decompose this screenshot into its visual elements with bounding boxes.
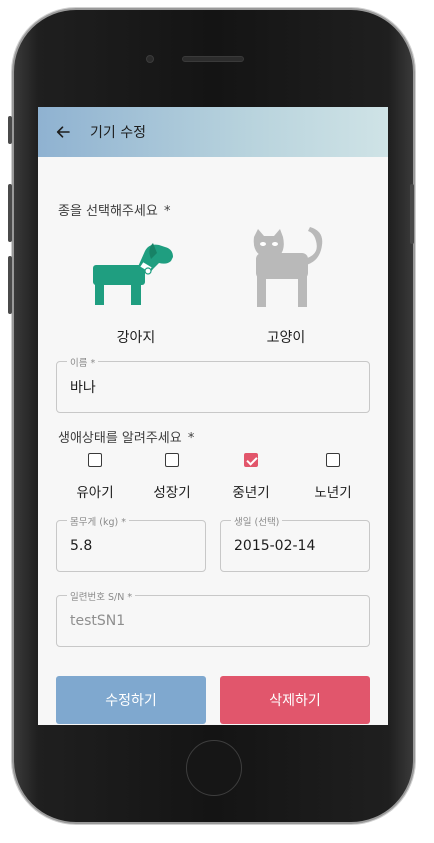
species-option-cat[interactable]: 고양이 xyxy=(236,227,336,347)
species-label-text: 종을 선택해주세요 xyxy=(58,204,158,219)
delete-button[interactable]: 삭제하기 xyxy=(220,676,370,724)
home-button[interactable] xyxy=(186,740,242,796)
species-option-dog[interactable]: 강아지 xyxy=(86,227,186,347)
serial-number-field: 일련번호 S/N * testSN1 xyxy=(56,589,370,647)
required-mark: * xyxy=(187,431,195,446)
life-stage-option-middle[interactable]: 중년기 xyxy=(216,453,286,501)
volume-up-button xyxy=(8,184,12,242)
name-field-value[interactable]: 바나 xyxy=(70,362,96,412)
birthday-field[interactable]: 생일 (선택) 2015-02-14 xyxy=(220,514,370,572)
life-stage-option-infant[interactable]: 유아기 xyxy=(60,453,130,501)
checkbox-label: 유아기 xyxy=(76,485,114,501)
checkbox-label: 노년기 xyxy=(314,485,352,501)
app-bar: 기기 수정 xyxy=(38,107,388,157)
checkbox-label: 성장기 xyxy=(153,485,191,501)
cat-label: 고양이 xyxy=(266,330,306,346)
birthday-field-value[interactable]: 2015-02-14 xyxy=(234,521,315,571)
serial-number-field-value: testSN1 xyxy=(70,613,126,629)
cat-icon xyxy=(236,227,336,307)
checkbox-middle[interactable] xyxy=(244,453,258,467)
back-arrow-icon[interactable] xyxy=(54,121,76,143)
earpiece-speaker xyxy=(182,56,244,62)
dog-icon xyxy=(86,227,186,307)
app-screen: 기기 수정 종을 선택해주세요 * 강아지 고양이 이름 * 바나 생애상태를 … xyxy=(38,107,388,725)
mute-switch xyxy=(8,116,12,144)
dog-label: 강아지 xyxy=(116,330,156,346)
front-camera xyxy=(146,55,154,63)
life-stage-section-label: 생애상태를 알려주세요 * xyxy=(58,427,194,446)
life-stage-label-text: 생애상태를 알려주세요 xyxy=(58,431,182,446)
required-mark: * xyxy=(163,204,171,219)
edit-button[interactable]: 수정하기 xyxy=(56,676,206,724)
species-section-label: 종을 선택해주세요 * xyxy=(58,200,170,219)
checkbox-label: 중년기 xyxy=(232,485,270,501)
weight-field[interactable]: 몸무게 (kg) * 5.8 xyxy=(56,514,206,572)
life-stage-option-growth[interactable]: 성장기 xyxy=(137,453,207,501)
power-button xyxy=(410,184,414,244)
checkbox-senior[interactable] xyxy=(326,453,340,467)
checkbox-infant[interactable] xyxy=(88,453,102,467)
page-title: 기기 수정 xyxy=(90,125,146,141)
volume-down-button xyxy=(8,256,12,314)
life-stage-option-senior[interactable]: 노년기 xyxy=(298,453,368,501)
name-field[interactable]: 이름 * 바나 xyxy=(56,355,370,413)
checkbox-growth[interactable] xyxy=(165,453,179,467)
weight-field-value[interactable]: 5.8 xyxy=(70,521,92,571)
